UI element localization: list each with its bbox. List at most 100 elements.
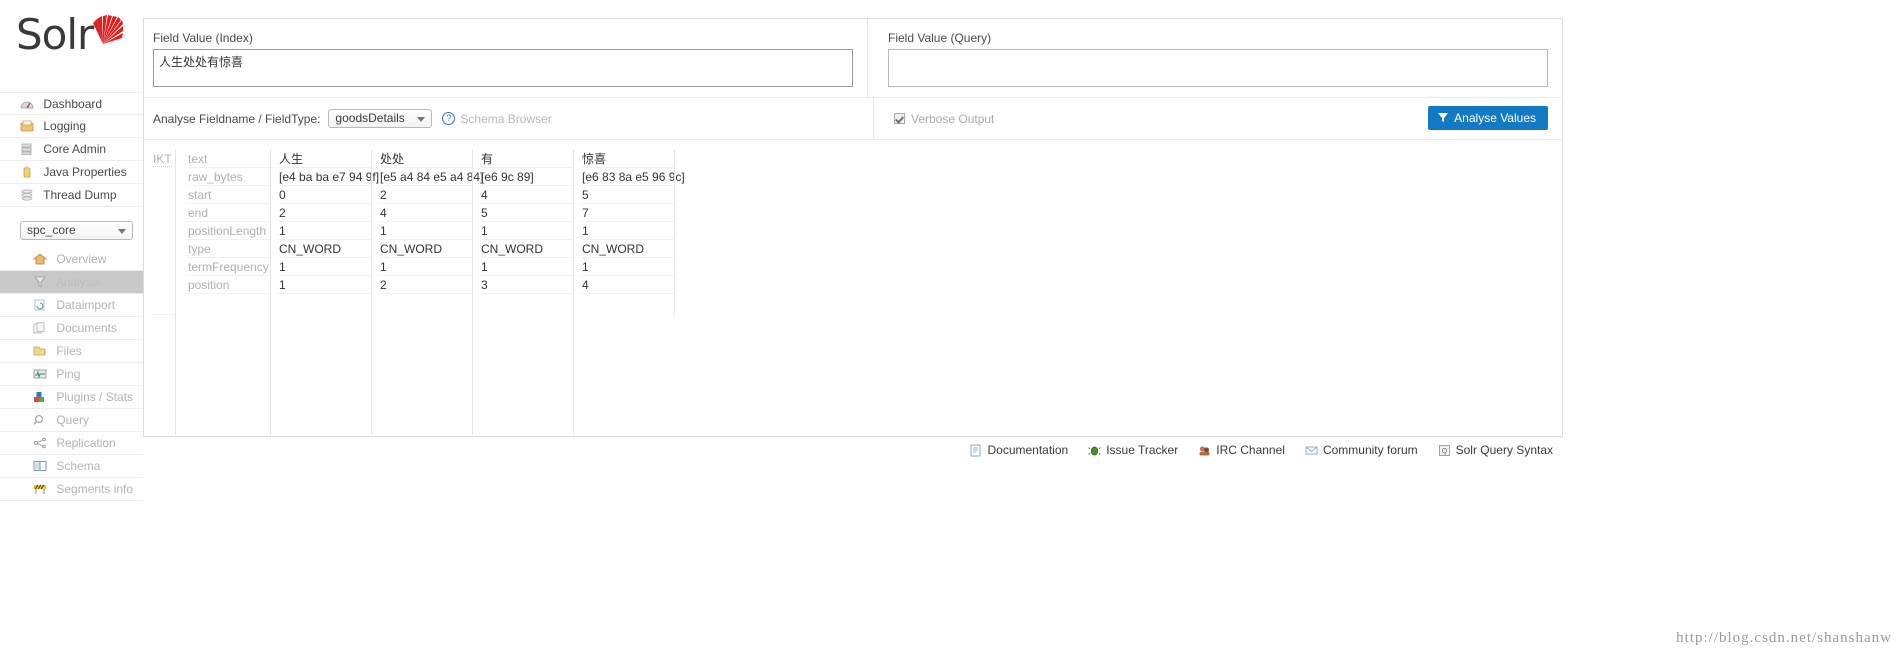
chevron-down-icon: [118, 229, 126, 234]
solr-logo[interactable]: Solr: [0, 0, 143, 92]
chevron-down-icon: [417, 117, 426, 122]
token-text: 有: [481, 150, 573, 168]
sidebar-item-files[interactable]: Files: [0, 340, 143, 363]
sidebar-item-query[interactable]: Query: [0, 409, 143, 432]
sidebar-item-schema[interactable]: Schema: [0, 455, 143, 478]
funnel-icon: [1438, 113, 1449, 122]
analyse-fieldname-label: Analyse Fieldname / FieldType:: [153, 111, 321, 126]
attr-name: start: [188, 186, 270, 204]
chat-icon: [1198, 444, 1211, 457]
sidebar-item-java-properties[interactable]: Java Properties: [0, 161, 143, 184]
sidebar-item-overview[interactable]: Overview: [0, 248, 143, 271]
sidebar-item-logging[interactable]: Logging: [0, 115, 143, 138]
fieldtype-controls: Analyse Fieldname / FieldType: goodsDeta…: [144, 97, 874, 140]
dashboard-icon: [20, 95, 34, 109]
token-column: 有 [e6 9c 89] 4 5 1 CN_WORD 1 3: [472, 150, 573, 435]
token-column: 惊喜 [e6 83 8a e5 96 9c] 5 7 1 CN_WORD 1 4: [573, 150, 685, 435]
sidebar-item-label: Segments info: [56, 482, 134, 496]
plugins-icon: [33, 388, 47, 402]
query-field-input[interactable]: [888, 49, 1548, 87]
sidebar-item-dashboard[interactable]: Dashboard: [0, 92, 143, 115]
sidebar-item-documents[interactable]: Documents: [0, 317, 143, 340]
footer-link-label: Community forum: [1322, 443, 1418, 457]
attr-name: text: [188, 150, 270, 168]
logging-icon: [20, 117, 34, 132]
sidebar-item-ping[interactable]: Ping: [0, 363, 143, 386]
footer-link-label: Solr Query Syntax: [1455, 443, 1553, 457]
dataimport-icon: [33, 296, 47, 311]
result-table-right-border: [674, 150, 675, 315]
sidebar-item-segments-info[interactable]: Segments info: [0, 478, 143, 501]
footer-link-label: IRC Channel: [1216, 443, 1285, 457]
sidebar-item-label: Java Properties: [43, 165, 127, 179]
sidebar-core-nav: Overview Analysis Dataimport Documents F…: [0, 248, 143, 501]
token-end: 4: [380, 204, 472, 222]
sidebar-item-label: Documents: [56, 321, 118, 335]
footer-link-issue-tracker[interactable]: Issue Tracker: [1088, 443, 1178, 457]
solr-admin-page: Solr Dashboard Logging Core Admin Java P…: [0, 0, 1902, 655]
token-term-frequency: 1: [582, 258, 674, 276]
token-position-length: 1: [582, 222, 674, 240]
funnel-icon: [33, 273, 47, 288]
checkbox-checked-icon[interactable]: [894, 113, 905, 124]
sidebar-item-plugins-stats[interactable]: Plugins / Stats: [0, 386, 143, 409]
token-text: 惊喜: [582, 150, 674, 168]
sidebar-item-label: Analysis: [55, 275, 101, 289]
question-mark-icon[interactable]: ?: [442, 112, 456, 125]
token-type: CN_WORD: [481, 240, 573, 258]
token-position-length: 1: [481, 222, 573, 240]
analyzer-label[interactable]: IKT: [153, 152, 172, 167]
token-end: 2: [279, 204, 371, 222]
footer-links: Documentation Issue Tracker IRC Channel: [143, 438, 1563, 462]
thread-dump-icon: [20, 186, 34, 201]
query-field-pane: Field Value (Query): [868, 19, 1562, 97]
fieldtype-select-value: goodsDetails: [335, 111, 405, 125]
token-column: 人生 [e4 ba ba e7 94 9f] 0 2 1 CN_WORD 1 1: [270, 150, 379, 435]
sidebar-item-analysis[interactable]: Analysis: [0, 271, 143, 294]
footer-link-community-forum[interactable]: Community forum: [1305, 443, 1418, 457]
token-position: 1: [279, 276, 371, 294]
token-end: 5: [481, 204, 573, 222]
attr-name: end: [188, 204, 270, 222]
token-position: 4: [582, 276, 674, 294]
analyzer-label-column: IKT: [153, 150, 175, 315]
footer-link-documentation[interactable]: Documentation: [969, 443, 1068, 457]
footer-link-solr-query-syntax[interactable]: Q Solr Query Syntax: [1438, 443, 1553, 457]
core-selector[interactable]: spc_core: [20, 221, 133, 240]
index-field-input[interactable]: [153, 49, 853, 87]
footer-link-label: Documentation: [987, 443, 1069, 457]
analyse-controls-row: Analyse Fieldname / FieldType: goodsDeta…: [144, 97, 1562, 140]
token-position-length: 1: [279, 222, 371, 240]
sidebar-item-label: Query: [56, 413, 90, 427]
sidebar-item-core-admin[interactable]: Core Admin: [0, 138, 143, 161]
sidebar-item-dataimport[interactable]: Dataimport: [0, 294, 143, 317]
token-type: CN_WORD: [380, 240, 472, 258]
sidebar-item-label: Plugins / Stats: [56, 390, 134, 404]
folder-icon: [33, 342, 47, 356]
java-properties-icon: [20, 163, 34, 178]
watermark-text: http://blog.csdn.net/shanshanw: [1676, 630, 1892, 646]
sidebar-item-thread-dump[interactable]: Thread Dump: [0, 184, 143, 207]
core-selector-value: spc_core: [27, 223, 76, 237]
footer-link-irc-channel[interactable]: IRC Channel: [1198, 443, 1285, 457]
fieldtype-select[interactable]: goodsDetails: [328, 109, 433, 128]
field-value-row: Field Value (Index) Field Value (Query): [144, 19, 1562, 97]
token-raw-bytes: [e6 9c 89]: [481, 168, 573, 186]
schema-browser-link[interactable]: Schema Browser: [460, 112, 551, 126]
token-start: 4: [481, 186, 573, 204]
token-start: 0: [279, 186, 371, 204]
token-raw-bytes: [e5 a4 84 e5 a4 84]: [380, 170, 484, 186]
sidebar-item-label: Dataimport: [56, 298, 116, 312]
token-start: 5: [582, 186, 674, 204]
sidebar-item-replication[interactable]: Replication: [0, 432, 143, 455]
result-columns: IKT text raw_bytes start end positionLen…: [144, 150, 685, 435]
core-selector-wrapper: spc_core: [0, 207, 143, 240]
token-position-length: 1: [380, 222, 472, 240]
token-start: 2: [380, 186, 472, 204]
svg-text:Q: Q: [1441, 448, 1447, 455]
attr-name: positionLength: [188, 222, 270, 240]
core-admin-icon: [20, 140, 34, 155]
solr-burst-logo-icon: [93, 15, 123, 44]
sidebar-item-label: Schema: [56, 459, 101, 473]
analyse-values-button[interactable]: Analyse Values: [1428, 106, 1548, 130]
